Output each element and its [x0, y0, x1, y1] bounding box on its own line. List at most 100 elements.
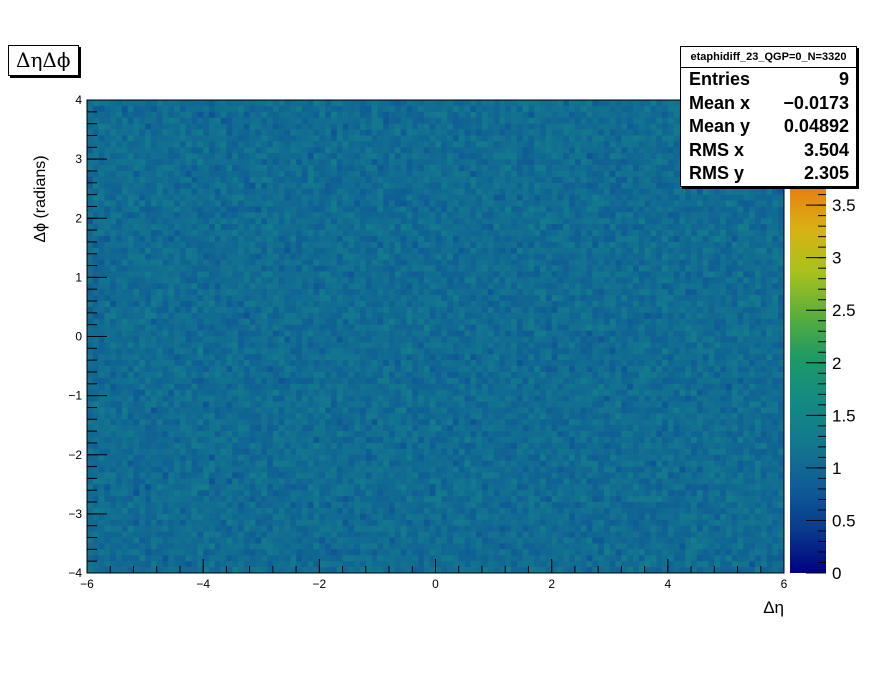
heatmap-cell [452, 123, 460, 130]
heatmap-cell [110, 295, 117, 302]
heatmap-cell [511, 283, 518, 290]
heatmap-cell [110, 206, 117, 213]
heatmap-cell [296, 342, 303, 349]
heatmap-cell [754, 235, 762, 243]
heatmap-cell [336, 141, 343, 148]
heatmap-cell [278, 105, 285, 113]
heatmap-cell [359, 271, 367, 278]
heatmap-cell [511, 182, 518, 190]
heatmap-cell [627, 318, 634, 326]
heatmap-cell [139, 218, 146, 225]
heatmap-cell [139, 170, 146, 178]
heatmap-cell [330, 200, 338, 207]
heatmap-cell [325, 306, 332, 314]
heatmap-cell [656, 159, 663, 166]
heatmap-cell [551, 271, 558, 278]
heatmap-cell [325, 117, 332, 124]
heatmap-cell [598, 182, 605, 190]
heatmap-cell [296, 253, 303, 260]
heatmap-cell [179, 212, 187, 219]
heatmap-cell [534, 295, 541, 302]
heatmap-cell [383, 301, 390, 308]
heatmap-cell [487, 318, 494, 326]
heatmap-cell [249, 135, 256, 142]
heatmap-cell [92, 253, 99, 260]
heatmap-cell [330, 206, 338, 213]
heatmap-cell [389, 277, 396, 284]
heatmap-cell [255, 129, 262, 136]
heatmap-cell [487, 312, 494, 320]
heatmap-cell [232, 212, 239, 219]
heatmap-cell [691, 212, 698, 219]
heatmap-cell [609, 218, 616, 225]
heatmap-cell [238, 271, 245, 278]
heatmap-cell [435, 141, 442, 148]
heatmap-cell [232, 283, 239, 290]
heatmap-cell [325, 188, 332, 195]
heatmap-cell [667, 306, 674, 314]
heatmap-cell [243, 188, 250, 195]
heatmap-cell [638, 200, 645, 207]
heatmap-cell [92, 301, 99, 308]
heatmap-cell [487, 277, 494, 284]
heatmap-cell [354, 224, 361, 231]
heatmap-cell [394, 176, 401, 184]
heatmap-cell [632, 165, 640, 172]
heatmap-cell [87, 295, 94, 302]
heatmap-cell [319, 330, 326, 337]
heatmap-cell [92, 295, 99, 302]
heatmap-cell [667, 324, 674, 331]
heatmap-cell [336, 218, 343, 225]
heatmap-cell [551, 253, 558, 260]
heatmap-cell [377, 301, 384, 308]
heatmap-cell [243, 289, 250, 296]
heatmap-cell [458, 165, 465, 172]
heatmap-cell [267, 241, 274, 249]
heatmap-cell [127, 259, 134, 266]
heatmap-cell [325, 235, 332, 243]
heatmap-cell [226, 218, 233, 225]
heatmap-cell [325, 123, 332, 130]
heatmap-cell [261, 129, 268, 136]
heatmap-cell [307, 200, 314, 207]
heatmap-cell [104, 271, 111, 278]
heatmap-cell [412, 194, 419, 201]
heatmap-cell [505, 153, 512, 160]
heatmap-cell [272, 218, 280, 225]
heatmap-cell [116, 247, 123, 255]
heatmap-cell [307, 153, 314, 160]
heatmap-cell [185, 212, 192, 219]
heatmap-cell [383, 330, 390, 337]
heatmap-cell [650, 165, 657, 172]
heatmap-cell [412, 224, 419, 231]
heatmap-cell [168, 241, 175, 249]
heatmap-cell [243, 141, 250, 148]
heatmap-cell [383, 318, 390, 326]
heatmap-cell [394, 153, 401, 160]
heatmap-cell [330, 224, 338, 231]
heatmap-cell [226, 188, 233, 195]
heatmap-cell [121, 129, 129, 136]
heatmap-cell [255, 330, 262, 337]
heatmap-cell [121, 265, 129, 272]
heatmap-cell [406, 336, 413, 343]
heatmap-cell [284, 253, 291, 260]
heatmap-cell [296, 306, 303, 314]
heatmap-cell [365, 289, 372, 296]
heatmap-cell [644, 295, 651, 302]
heatmap-cell [772, 194, 779, 201]
heatmap-cell [284, 342, 291, 349]
heatmap-cell [116, 336, 123, 343]
heatmap-cell [499, 111, 506, 119]
heatmap-cell [208, 324, 216, 331]
heatmap-cell [545, 153, 553, 160]
heatmap-cell [586, 147, 593, 154]
heatmap-cell [139, 295, 146, 302]
heatmap-cell [766, 324, 773, 331]
heatmap-cell [778, 259, 785, 266]
heatmap-cell [481, 342, 489, 349]
heatmap-cell [516, 324, 523, 331]
heatmap-cell [389, 111, 396, 119]
heatmap-cell [342, 117, 349, 124]
heatmap-cell [487, 342, 494, 349]
